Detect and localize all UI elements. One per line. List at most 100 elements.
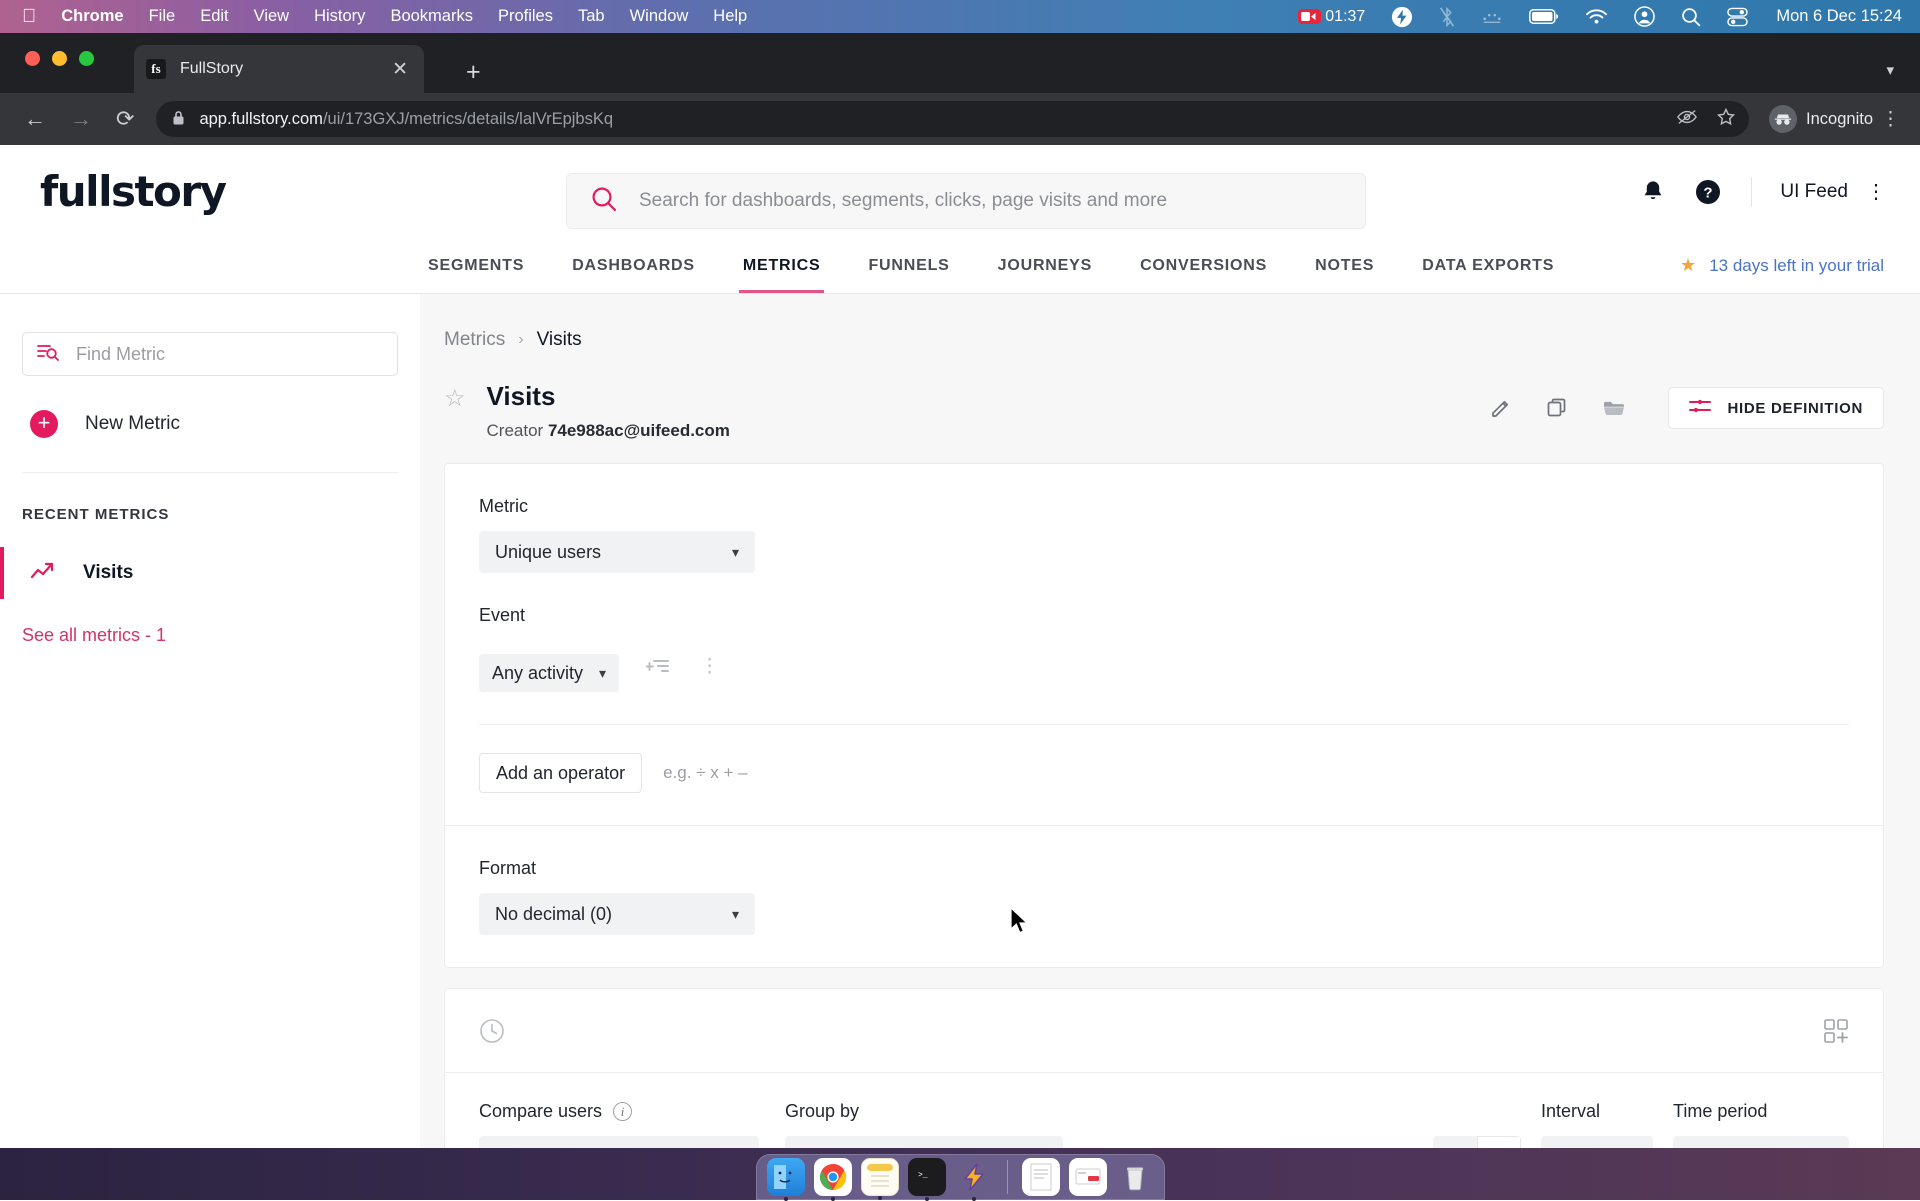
app-body: Find Metric + New Metric RECENT METRICS … bbox=[0, 294, 1920, 1200]
forward-button[interactable]: → bbox=[70, 108, 92, 130]
info-icon[interactable]: i bbox=[613, 1102, 632, 1121]
screen-record-icon bbox=[1298, 9, 1321, 24]
bookmark-star-icon[interactable] bbox=[1717, 108, 1735, 131]
user-menu-icon[interactable]: ⋮ bbox=[1866, 182, 1886, 202]
nav-notes[interactable]: NOTES bbox=[1291, 238, 1398, 293]
user-name-label[interactable]: UI Feed bbox=[1780, 181, 1848, 203]
nav-conversions[interactable]: CONVERSIONS bbox=[1116, 238, 1291, 293]
folder-icon[interactable] bbox=[1602, 397, 1626, 419]
event-select[interactable]: Any activity ▾ bbox=[479, 654, 619, 692]
bell-icon[interactable] bbox=[1641, 179, 1665, 204]
account-icon[interactable] bbox=[1634, 6, 1655, 27]
chart-toolbar bbox=[445, 989, 1883, 1073]
add-to-dashboard-icon[interactable] bbox=[1823, 1018, 1849, 1044]
event-menu-icon[interactable]: ⋮ bbox=[700, 657, 719, 676]
close-icon[interactable]: ✕ bbox=[388, 60, 412, 79]
menu-tab[interactable]: Tab bbox=[578, 7, 605, 26]
copy-icon[interactable] bbox=[1546, 397, 1568, 419]
breadcrumb-current: Visits bbox=[537, 329, 582, 351]
time-period-label: Time period bbox=[1673, 1101, 1767, 1122]
lightning-icon[interactable] bbox=[955, 1158, 993, 1196]
nav-data-exports[interactable]: DATA EXPORTS bbox=[1398, 238, 1578, 293]
address-bar[interactable]: app.fullstory.com/ui/173GXJ/metrics/deta… bbox=[156, 101, 1749, 137]
operator-section: Add an operator e.g. ÷ x + – bbox=[445, 724, 1883, 826]
menu-window[interactable]: Window bbox=[630, 7, 689, 26]
sidebar-item-visits[interactable]: Visits bbox=[22, 549, 398, 597]
incognito-profile-button[interactable]: Incognito bbox=[1769, 105, 1873, 133]
breadcrumb-metrics[interactable]: Metrics bbox=[444, 329, 505, 351]
notes-icon[interactable] bbox=[861, 1158, 899, 1196]
trash-icon[interactable] bbox=[1116, 1158, 1154, 1196]
help-icon[interactable]: ? bbox=[1695, 179, 1721, 205]
trend-up-icon bbox=[30, 561, 56, 586]
back-button[interactable]: ← bbox=[24, 108, 46, 130]
nav-dashboards[interactable]: DASHBOARDS bbox=[548, 238, 719, 293]
bluetooth-off-icon[interactable] bbox=[1439, 6, 1455, 28]
star-outline-icon[interactable]: ☆ bbox=[444, 387, 466, 411]
filter-add-icon[interactable] bbox=[646, 657, 670, 675]
trial-banner[interactable]: ★ 13 days left in your trial bbox=[1680, 238, 1884, 293]
chevron-right-icon: › bbox=[518, 331, 523, 349]
fullstory-favicon: fs bbox=[146, 59, 166, 79]
bolt-icon[interactable] bbox=[1391, 6, 1413, 28]
new-tab-button[interactable]: + bbox=[466, 60, 481, 85]
menu-history[interactable]: History bbox=[314, 7, 365, 26]
reload-button[interactable]: ⟳ bbox=[116, 108, 134, 130]
search-icon bbox=[591, 186, 617, 217]
chevron-down-icon: ▾ bbox=[599, 665, 606, 682]
add-operator-label: Add an operator bbox=[496, 763, 625, 784]
browser-menu-icon[interactable]: ⋮ bbox=[1881, 110, 1900, 129]
new-metric-button[interactable]: + New Metric bbox=[22, 410, 398, 438]
menubar-datetime[interactable]: Mon 6 Dec 15:24 bbox=[1776, 7, 1902, 26]
close-window-button[interactable] bbox=[25, 51, 40, 66]
battery-icon[interactable] bbox=[1529, 9, 1559, 24]
finder-icon[interactable] bbox=[767, 1158, 805, 1196]
hide-definition-button[interactable]: HIDE DEFINITION bbox=[1668, 387, 1884, 429]
metric-definition-card: Metric Unique users ▾ Event Any activity… bbox=[444, 463, 1884, 968]
format-section: Format No decimal (0) ▾ bbox=[445, 826, 1883, 967]
nav-metrics[interactable]: METRICS bbox=[719, 238, 845, 293]
browser-tab-strip: fs FullStory ✕ + ▾ bbox=[0, 33, 1920, 93]
url-path: /ui/173GXJ/metrics/details/lalVrEpjbsKq bbox=[323, 110, 613, 128]
document-icon[interactable] bbox=[1022, 1158, 1060, 1196]
screen-recording-indicator[interactable]: 01:37 bbox=[1298, 8, 1365, 26]
apple-logo-icon[interactable]:  bbox=[22, 7, 36, 26]
menu-profiles[interactable]: Profiles bbox=[498, 7, 553, 26]
menu-file[interactable]: File bbox=[149, 7, 176, 26]
minimize-window-button[interactable] bbox=[52, 51, 67, 66]
chrome-icon[interactable] bbox=[814, 1158, 852, 1196]
hide-definition-label: HIDE DEFINITION bbox=[1727, 400, 1863, 417]
incognito-avatar-icon bbox=[1769, 105, 1797, 133]
global-search-input[interactable]: Search for dashboards, segments, clicks,… bbox=[566, 173, 1366, 229]
search-icon[interactable] bbox=[1681, 7, 1701, 27]
eye-slash-icon[interactable] bbox=[1677, 109, 1697, 130]
dots-status-icon[interactable] bbox=[1481, 10, 1503, 24]
metric-select[interactable]: Unique users ▾ bbox=[479, 531, 755, 573]
card-icon[interactable] bbox=[1069, 1158, 1107, 1196]
menu-help[interactable]: Help bbox=[713, 7, 747, 26]
menu-edit[interactable]: Edit bbox=[200, 7, 228, 26]
menu-bookmarks[interactable]: Bookmarks bbox=[390, 7, 473, 26]
see-all-metrics-link[interactable]: See all metrics - 1 bbox=[22, 625, 398, 646]
maximize-window-button[interactable] bbox=[79, 51, 94, 66]
creator-email: 74e988ac@uifeed.com bbox=[548, 421, 730, 440]
browser-tab[interactable]: fs FullStory ✕ bbox=[134, 45, 424, 93]
control-center-icon[interactable] bbox=[1727, 7, 1748, 27]
format-select[interactable]: No decimal (0) ▾ bbox=[479, 893, 755, 935]
pencil-icon[interactable] bbox=[1490, 397, 1512, 419]
fullstory-logo[interactable]: fullstory bbox=[40, 167, 226, 216]
group-by-label: Group by bbox=[785, 1101, 859, 1122]
nav-funnels[interactable]: FUNNELS bbox=[844, 238, 973, 293]
header-divider bbox=[1751, 177, 1752, 207]
url-host: app.fullstory.com bbox=[199, 110, 323, 128]
menu-view[interactable]: View bbox=[254, 7, 289, 26]
terminal-icon[interactable]: >_ bbox=[908, 1158, 946, 1196]
chevron-down-icon[interactable]: ▾ bbox=[1886, 61, 1894, 79]
clock-icon[interactable] bbox=[479, 1018, 505, 1044]
nav-segments[interactable]: SEGMENTS bbox=[404, 238, 548, 293]
wifi-icon[interactable] bbox=[1585, 8, 1608, 25]
find-metric-input[interactable]: Find Metric bbox=[22, 332, 398, 376]
add-operator-button[interactable]: Add an operator bbox=[479, 753, 642, 793]
nav-journeys[interactable]: JOURNEYS bbox=[974, 238, 1116, 293]
menu-chrome[interactable]: Chrome bbox=[61, 7, 123, 26]
